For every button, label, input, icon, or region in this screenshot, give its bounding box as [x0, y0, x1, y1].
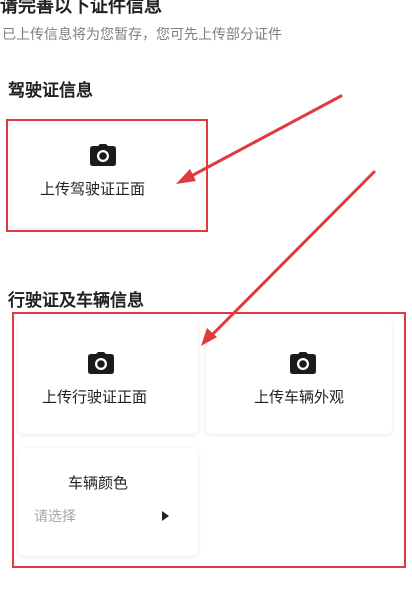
annotation-arrow-license — [176, 94, 343, 184]
annotation-arrow-registration — [201, 170, 376, 346]
annotation-arrows — [176, 94, 376, 346]
